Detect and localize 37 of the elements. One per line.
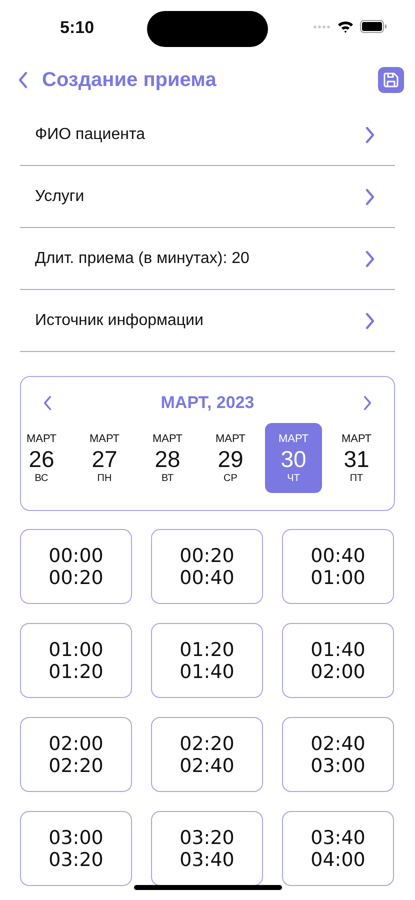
time-slot[interactable]: 01:40 02:00	[282, 623, 394, 698]
time-slot[interactable]: 01:20 01:40	[151, 623, 263, 698]
time-slot[interactable]: 03:00 03:20	[20, 811, 132, 886]
time-slot[interactable]: 03:20 03:40	[151, 811, 263, 886]
time-slot[interactable]: 02:00 02:20	[20, 717, 132, 792]
time-slot[interactable]: 02:20 02:40	[151, 717, 263, 792]
wifi-icon	[337, 20, 354, 33]
time-slot[interactable]: 00:20 00:40	[151, 529, 263, 604]
month-title: МАРТ, 2023	[160, 393, 254, 413]
chevron-icon[interactable]	[365, 188, 375, 206]
time-slot[interactable]: 00:40 01:00	[282, 529, 394, 604]
form-row[interactable]: Длит. приема (в минутах): 20	[20, 228, 395, 290]
time-slot[interactable]: 00:00 00:20	[20, 529, 132, 604]
status-time: 5:10	[60, 18, 96, 38]
date-item[interactable]: МАРТ 29 СР	[202, 423, 259, 493]
battery-icon	[360, 20, 387, 33]
date-item[interactable]: МАРТ 28 ВТ	[139, 423, 196, 493]
save-icon	[383, 72, 399, 88]
date-item[interactable]: МАРТ 30 ЧТ	[265, 423, 322, 493]
time-slot[interactable]: 02:40 03:00	[282, 717, 394, 792]
form-row[interactable]: Услуги	[20, 166, 395, 228]
next-month-icon[interactable]	[363, 395, 372, 411]
chevron-icon[interactable]	[365, 126, 375, 144]
form-row[interactable]: ФИО пациента	[20, 104, 395, 166]
date-item[interactable]: МАРТ 26 ВС	[13, 423, 70, 493]
time-slot[interactable]: 03:40 04:00	[282, 811, 394, 886]
signal-icon	[313, 24, 331, 28]
chevron-icon[interactable]	[365, 250, 375, 268]
back-icon[interactable]	[18, 71, 28, 89]
screen-title: Создание приема	[42, 68, 218, 92]
date-item[interactable]: МАРТ 27 ПН	[76, 423, 133, 493]
time-slot[interactable]: 01:00 01:20	[20, 623, 132, 698]
save-button[interactable]	[378, 67, 404, 93]
form-row[interactable]: Источник информации	[20, 290, 395, 352]
date-item[interactable]: МАРТ 31 ПТ	[328, 423, 385, 493]
chevron-icon[interactable]	[365, 312, 375, 330]
previous-month-icon[interactable]	[43, 395, 52, 411]
